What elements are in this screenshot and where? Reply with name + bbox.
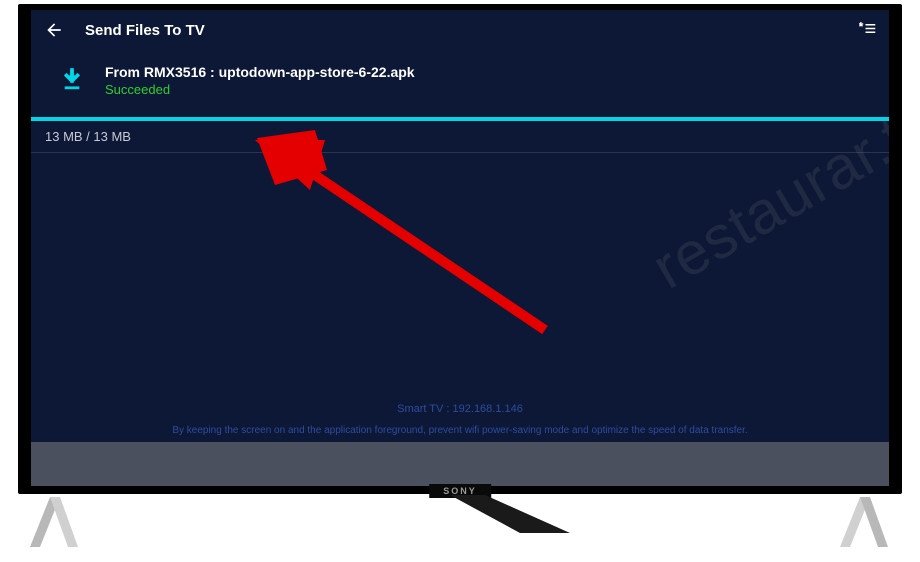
tv-stand-right: [840, 497, 890, 552]
file-name: From RMX3516 : uptodown-app-store-6-22.a…: [105, 64, 415, 80]
tv-screen: Send Files To TV: [31, 10, 889, 486]
download-icon: [59, 68, 85, 92]
app-header: Send Files To TV: [31, 10, 889, 50]
transfer-size: 13 MB / 13 MB: [31, 121, 889, 153]
footer-info: Smart TV : 192.168.1.146 By keeping the …: [31, 403, 889, 436]
clear-list-button[interactable]: [857, 20, 877, 40]
clear-list-icon: [858, 21, 876, 39]
tv-stand-left: [30, 497, 80, 552]
transfer-info: From RMX3516 : uptodown-app-store-6-22.a…: [105, 64, 415, 97]
transfer-item[interactable]: From RMX3516 : uptodown-app-store-6-22.a…: [31, 64, 889, 97]
back-button[interactable]: [43, 19, 65, 41]
device-ip: Smart TV : 192.168.1.146: [31, 403, 889, 415]
arrow-left-icon: [44, 20, 64, 40]
app-title: Send Files To TV: [85, 22, 205, 39]
tip-text: By keeping the screen on and the applica…: [31, 425, 889, 436]
gray-band: [31, 442, 889, 486]
transfer-status: Succeeded: [105, 82, 415, 97]
tv-shadow: [450, 495, 580, 533]
tv-frame: Send Files To TV: [18, 4, 902, 494]
